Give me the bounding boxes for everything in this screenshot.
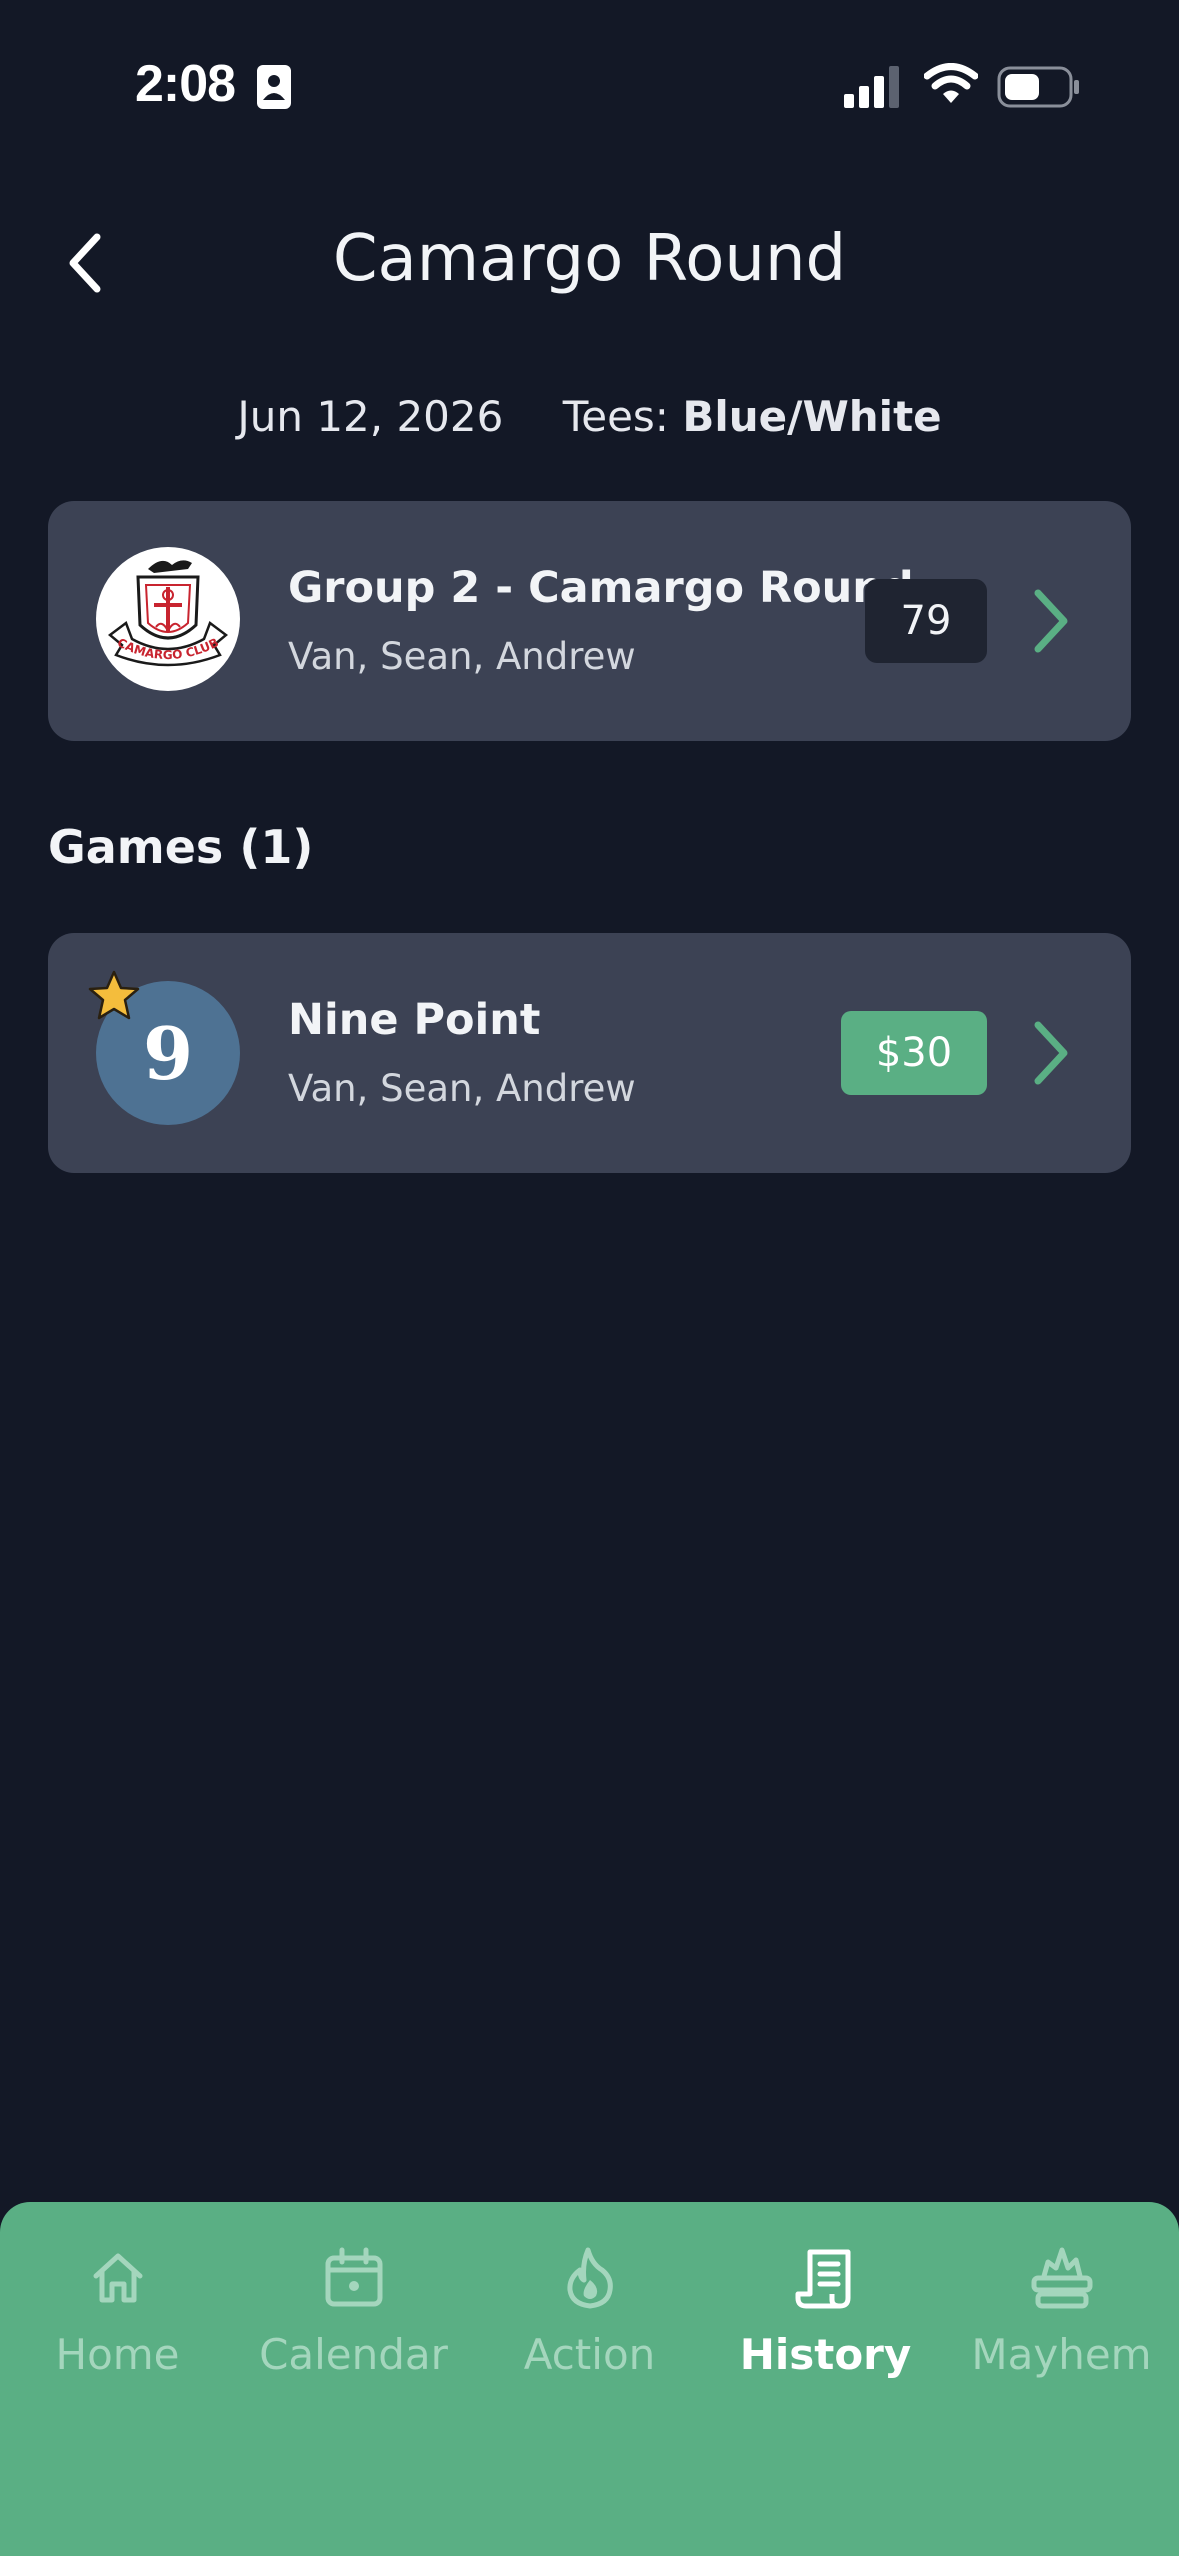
- page-title: Camargo Round: [332, 222, 847, 296]
- tees-value: Blue/White: [682, 392, 942, 441]
- svg-text:CAMARGO CLUB: CAMARGO CLUB: [115, 635, 221, 662]
- club-logo: CAMARGO CLUB: [96, 547, 240, 691]
- nav-header: Camargo Round: [0, 200, 1179, 330]
- status-bar: 2:08: [0, 0, 1179, 170]
- tab-action[interactable]: Action: [472, 2242, 707, 2422]
- id-card-icon: [257, 65, 291, 109]
- chevron-right-icon: [1034, 589, 1068, 653]
- tab-label-calendar: Calendar: [259, 2330, 448, 2379]
- round-meta: Jun 12, 2026 Tees: Blue/White: [0, 392, 1179, 441]
- signal-icon: [844, 66, 899, 108]
- game-title: Nine Point: [288, 995, 541, 1045]
- tab-label-mayhem: Mayhem: [971, 2330, 1152, 2379]
- tees-label: Tees:: [562, 392, 669, 441]
- star-icon: [88, 970, 140, 1020]
- games-heading: Games (1): [48, 820, 314, 874]
- group-players: Van, Sean, Andrew: [288, 635, 636, 678]
- calendar-icon: [325, 2247, 382, 2307]
- round-date: Jun 12, 2026: [237, 392, 504, 441]
- tab-history[interactable]: History: [708, 2242, 943, 2422]
- battery-icon: [997, 66, 1079, 108]
- receipt-icon: [795, 2249, 850, 2309]
- tab-calendar[interactable]: Calendar: [236, 2242, 471, 2422]
- chevron-right-icon: [1034, 1021, 1068, 1085]
- group-title: Group 2 - Camargo Round: [288, 563, 914, 613]
- explosion-icon: [1031, 2247, 1092, 2309]
- logo-banner-text: CAMARGO CLUB: [115, 635, 221, 662]
- tab-mayhem[interactable]: Mayhem: [944, 2242, 1179, 2422]
- score-badge: 79: [865, 579, 987, 663]
- tab-bar: Home Calendar Action History Mayhem: [0, 2202, 1179, 2556]
- wifi-icon: [924, 63, 978, 103]
- flame-icon: [566, 2247, 613, 2309]
- status-time: 2:08: [135, 55, 236, 113]
- game-card[interactable]: 9 Nine Point Van, Sean, Andrew $30: [48, 933, 1131, 1173]
- tab-home[interactable]: Home: [0, 2242, 235, 2422]
- tab-label-history: History: [739, 2330, 912, 2379]
- home-icon: [93, 2253, 142, 2303]
- group-card[interactable]: CAMARGO CLUB Group 2 - Camargo Round Van…: [48, 501, 1131, 741]
- game-players: Van, Sean, Andrew: [288, 1067, 636, 1110]
- amount-badge: $30: [841, 1011, 987, 1095]
- tab-label-action: Action: [523, 2330, 656, 2379]
- tab-label-home: Home: [55, 2330, 180, 2379]
